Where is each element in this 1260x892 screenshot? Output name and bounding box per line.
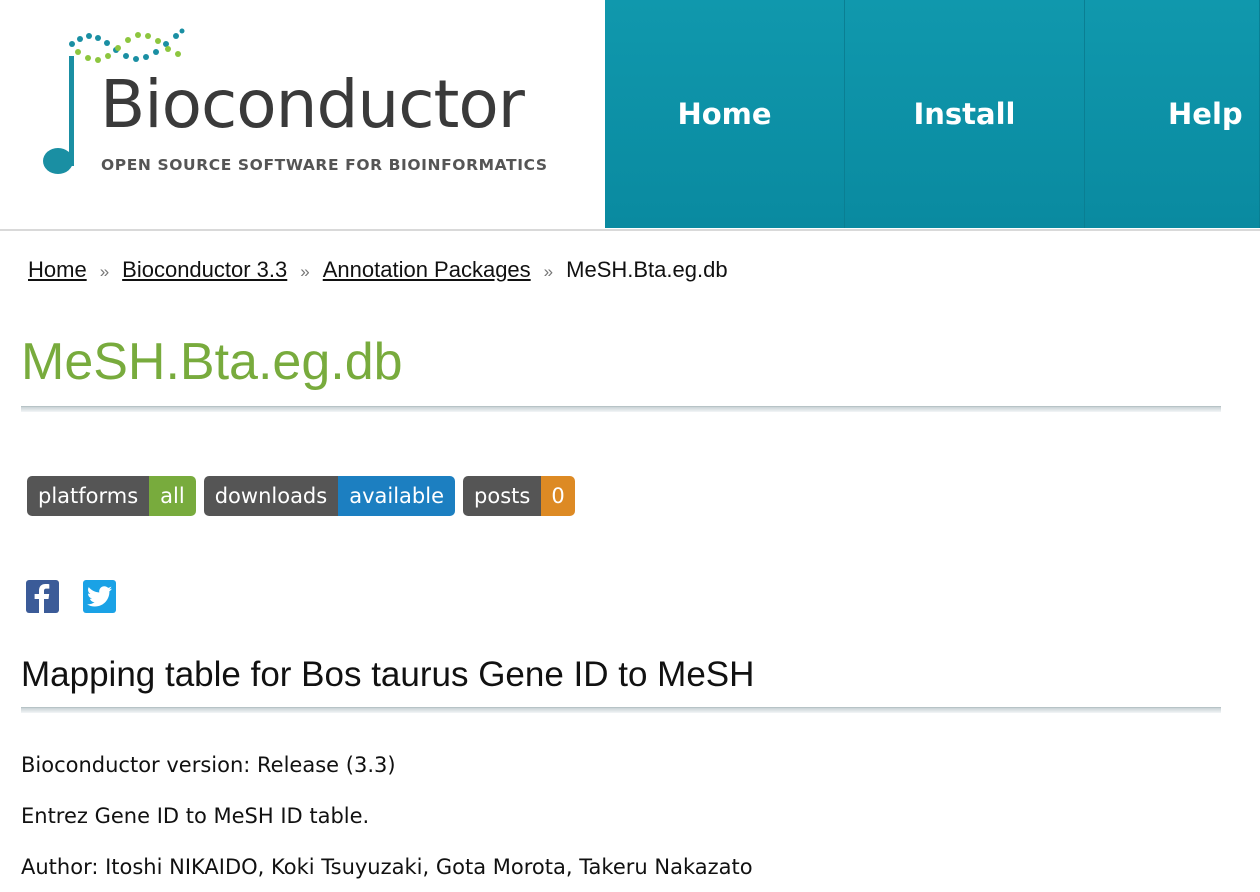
twitter-icon[interactable] <box>83 580 116 613</box>
main-nav: Home Install Help <box>605 0 1260 228</box>
nav-install[interactable]: Install <box>845 0 1085 228</box>
facebook-icon[interactable] <box>26 580 59 613</box>
social-links <box>26 580 116 613</box>
badge-key: platforms <box>27 476 150 516</box>
breadcrumb-separator: » <box>99 262 110 281</box>
badge-key: downloads <box>203 476 339 516</box>
platforms-badge[interactable]: platforms all <box>27 476 196 516</box>
header-divider <box>0 229 1260 231</box>
title-divider <box>21 406 1221 412</box>
logo-wordmark: Bioconductor <box>100 66 525 143</box>
breadcrumb-annotation-packages[interactable]: Annotation Packages <box>323 257 531 282</box>
breadcrumb-separator: » <box>543 262 554 281</box>
badge-value: all <box>149 476 196 516</box>
site-header: Bioconductor OPEN SOURCE SOFTWARE FOR BI… <box>0 0 1260 228</box>
subtitle-divider <box>21 707 1221 713</box>
badge-row: platforms all downloads available posts … <box>27 476 575 516</box>
page-title: MeSH.Bta.eg.db <box>21 333 403 391</box>
breadcrumb-current: MeSH.Bta.eg.db <box>566 257 728 282</box>
badge-value: available <box>338 476 456 516</box>
logo[interactable]: Bioconductor OPEN SOURCE SOFTWARE FOR BI… <box>0 0 605 228</box>
breadcrumb: Home » Bioconductor 3.3 » Annotation Package… <box>28 257 728 283</box>
author-line: Author: Itoshi NIKAIDO, Koki Tsuyuzaki, … <box>21 855 753 879</box>
badge-value: 0 <box>541 476 575 516</box>
badge-key: posts <box>463 476 542 516</box>
breadcrumb-bioconductor-3-3[interactable]: Bioconductor 3.3 <box>122 257 287 282</box>
logo-tagline: OPEN SOURCE SOFTWARE FOR BIOINFORMATICS <box>101 156 548 174</box>
nav-help[interactable]: Help <box>1085 0 1260 228</box>
breadcrumb-separator: » <box>300 262 310 281</box>
description: Entrez Gene ID to MeSH ID table. <box>21 804 370 828</box>
twitter-glyph <box>87 586 112 607</box>
nav-home[interactable]: Home <box>605 0 845 228</box>
facebook-glyph <box>34 584 50 613</box>
version-line: Bioconductor version: Release (3.3) <box>21 753 396 777</box>
posts-badge[interactable]: posts 0 <box>463 476 575 516</box>
downloads-badge[interactable]: downloads available <box>203 476 456 516</box>
breadcrumb-home[interactable]: Home <box>28 257 87 282</box>
package-subtitle: Mapping table for Bos taurus Gene ID to … <box>21 655 755 694</box>
